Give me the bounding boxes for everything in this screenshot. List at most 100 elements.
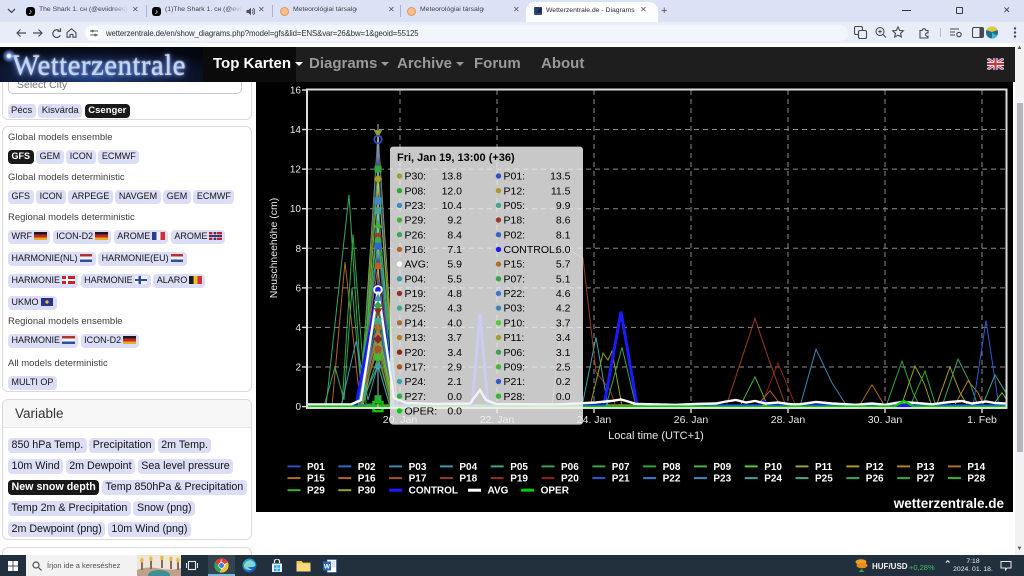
svg-text:P08: P08 <box>663 462 681 473</box>
svg-text:Fri, Jan 19, 13:00 (+36): Fri, Jan 19, 13:00 (+36) <box>397 152 515 164</box>
svg-text:AVG: AVG <box>488 486 509 497</box>
svg-text:30. Jan: 30. Jan <box>868 414 903 426</box>
svg-text:P27:: P27: <box>405 391 427 403</box>
svg-text:P29:: P29: <box>405 215 427 227</box>
svg-text:P18: P18 <box>459 474 477 485</box>
svg-text:P06: P06 <box>561 462 579 473</box>
svg-text:P26:: P26: <box>405 229 427 241</box>
svg-text:8: 8 <box>295 244 301 255</box>
svg-text:P17: P17 <box>409 474 427 485</box>
svg-text:0.0: 0.0 <box>556 391 571 403</box>
svg-text:P26: P26 <box>866 474 884 485</box>
svg-text:3.1: 3.1 <box>556 347 571 359</box>
svg-text:8.4: 8.4 <box>447 229 462 241</box>
svg-text:P08:: P08: <box>405 185 427 197</box>
svg-text:0: 0 <box>295 402 301 413</box>
svg-text:P02:: P02: <box>504 229 526 241</box>
svg-text:4: 4 <box>295 323 301 334</box>
svg-text:4.3: 4.3 <box>447 303 462 315</box>
svg-text:P28:: P28: <box>504 391 526 403</box>
svg-text:5.7: 5.7 <box>556 259 571 271</box>
svg-text:P16: P16 <box>358 474 376 485</box>
svg-text:2.9: 2.9 <box>447 361 462 373</box>
svg-text:P02: P02 <box>358 462 376 473</box>
svg-text:16: 16 <box>290 86 302 97</box>
svg-text:11.5: 11.5 <box>551 185 571 197</box>
svg-text:P10: P10 <box>764 462 782 473</box>
svg-text:P04:: P04: <box>405 273 427 285</box>
svg-text:P23: P23 <box>713 474 731 485</box>
svg-text:Local time (UTC+1): Local time (UTC+1) <box>608 430 704 442</box>
svg-text:4.8: 4.8 <box>447 288 462 300</box>
svg-text:P29: P29 <box>307 486 325 497</box>
svg-text:P15:: P15: <box>504 259 526 271</box>
svg-text:3.4: 3.4 <box>556 332 571 344</box>
svg-text:P07:: P07: <box>504 273 526 285</box>
svg-text:OPER: OPER <box>541 486 570 497</box>
svg-text:P17:: P17: <box>405 361 427 373</box>
svg-text:2.1: 2.1 <box>447 376 462 388</box>
svg-text:P09: P09 <box>713 462 731 473</box>
svg-text:P01: P01 <box>307 462 325 473</box>
svg-text:0.2: 0.2 <box>556 376 571 388</box>
svg-text:7.1: 7.1 <box>447 244 462 256</box>
svg-text:9.2: 9.2 <box>447 215 462 227</box>
svg-text:P13: P13 <box>917 462 935 473</box>
svg-text:4.0: 4.0 <box>447 317 462 329</box>
svg-text:P16:: P16: <box>405 244 427 256</box>
svg-text:10: 10 <box>290 204 302 215</box>
svg-text:28. Jan: 28. Jan <box>771 414 806 426</box>
svg-text:6: 6 <box>295 283 301 294</box>
svg-text:P30:: P30: <box>405 171 427 183</box>
svg-text:P14: P14 <box>967 462 985 473</box>
svg-text:P19: P19 <box>510 474 528 485</box>
svg-text:P21:: P21: <box>504 376 526 388</box>
svg-text:AVG:: AVG: <box>405 259 429 271</box>
svg-text:P24: P24 <box>764 474 782 485</box>
svg-text:3.7: 3.7 <box>556 317 571 329</box>
svg-text:P30: P30 <box>358 486 376 497</box>
svg-text:0.0: 0.0 <box>447 406 462 418</box>
svg-text:P13:: P13: <box>405 332 427 344</box>
svg-text:P28: P28 <box>967 474 985 485</box>
svg-text:OPER:: OPER: <box>405 406 438 418</box>
svg-text:14: 14 <box>290 125 302 136</box>
svg-text:12.0: 12.0 <box>442 185 463 197</box>
svg-text:P15: P15 <box>307 474 325 485</box>
svg-text:8.1: 8.1 <box>556 229 571 241</box>
svg-text:P18:: P18: <box>504 215 526 227</box>
svg-text:1. Feb: 1. Feb <box>967 414 997 426</box>
svg-text:P20:: P20: <box>405 347 427 359</box>
svg-text:3.4: 3.4 <box>447 347 462 359</box>
svg-text:P04: P04 <box>459 462 477 473</box>
svg-text:P01:: P01: <box>504 171 526 183</box>
svg-text:2.5: 2.5 <box>556 361 571 373</box>
svg-text:P25:: P25: <box>405 303 427 315</box>
svg-text:P10:: P10: <box>504 317 526 329</box>
svg-text:P03:: P03: <box>504 303 526 315</box>
svg-text:12: 12 <box>290 165 302 176</box>
svg-text:P22: P22 <box>663 474 681 485</box>
svg-text:10.4: 10.4 <box>442 200 463 212</box>
svg-text:4.2: 4.2 <box>556 303 571 315</box>
svg-text:26. Jan: 26. Jan <box>674 414 709 426</box>
svg-text:Neuschneehöhe (cm): Neuschneehöhe (cm) <box>268 198 280 298</box>
svg-text:P19:: P19: <box>405 288 427 300</box>
svg-text:P20: P20 <box>561 474 579 485</box>
svg-text:P14:: P14: <box>405 317 427 329</box>
svg-text:4.6: 4.6 <box>556 288 571 300</box>
svg-text:P24:: P24: <box>405 376 427 388</box>
svg-text:13.8: 13.8 <box>442 171 463 183</box>
svg-text:W: W <box>324 563 331 570</box>
svg-text:5.1: 5.1 <box>556 273 571 285</box>
svg-text:P21: P21 <box>612 474 630 485</box>
svg-text:P05:: P05: <box>504 200 526 212</box>
svg-text:P06:: P06: <box>504 347 526 359</box>
svg-text:P23:: P23: <box>405 200 427 212</box>
svg-text:8.6: 8.6 <box>556 215 571 227</box>
svg-text:P11: P11 <box>815 462 833 473</box>
svg-text:3.7: 3.7 <box>447 332 462 344</box>
svg-text:9.9: 9.9 <box>556 200 571 212</box>
svg-text:CONTROL: CONTROL <box>409 486 458 497</box>
svg-text:P22:: P22: <box>504 288 526 300</box>
